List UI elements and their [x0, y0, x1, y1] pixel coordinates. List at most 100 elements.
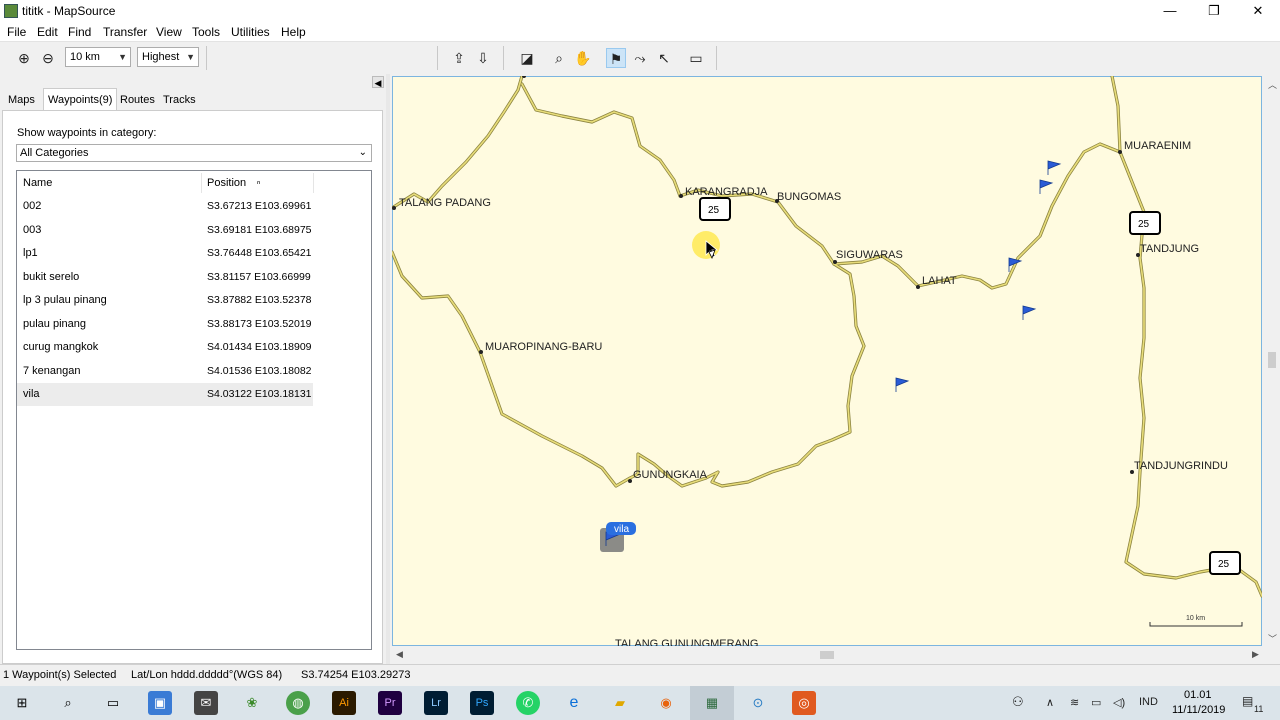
- category-value: All Categories: [20, 147, 89, 159]
- map-label-talang-padang: TALANG PADANG: [399, 197, 491, 209]
- illustrator-icon[interactable]: Ai: [332, 691, 356, 715]
- detail-level-select[interactable]: Highest ▼: [137, 47, 199, 67]
- map-label-karangradja: KARANGRADJA: [685, 186, 768, 198]
- mapsource-app-icon: [4, 4, 18, 18]
- map-horizontal-scrollbar[interactable]: ◀ ▶: [392, 647, 1264, 663]
- category-select[interactable]: All Categories ⌄: [16, 144, 372, 162]
- scroll-up-icon[interactable]: ︿: [1268, 78, 1277, 91]
- toolbar-divider: [206, 46, 207, 70]
- file-explorer-icon[interactable]: ▰: [608, 691, 632, 715]
- map-label-tandjungrindu: TANDJUNGRINDU: [1134, 460, 1228, 472]
- waypoint-name: pulau pinang: [23, 317, 87, 330]
- table-row[interactable]: lp 3 pulau pinang S3.87882 E103.52378: [17, 289, 313, 312]
- photoshop-icon[interactable]: Ps: [470, 691, 494, 715]
- zoom-tool-icon[interactable]: ⌕: [549, 48, 569, 68]
- table-row[interactable]: 003 S3.69181 E103.68975: [17, 219, 313, 242]
- waypoint-position: S4.03122 E103.18131: [207, 388, 312, 400]
- magnifier-app-icon[interactable]: ⊙: [746, 691, 770, 715]
- collapse-panel-icon[interactable]: ◀: [372, 76, 384, 88]
- input-language[interactable]: IND: [1139, 696, 1158, 708]
- selection-tool-icon[interactable]: ↖: [654, 48, 674, 68]
- task-view-icon[interactable]: ▭: [101, 691, 125, 715]
- wifi-icon[interactable]: ≋: [1070, 696, 1079, 709]
- map-canvas[interactable]: TALANG PADANG KARANGRADJA BUNGOMAS MUARA…: [392, 76, 1262, 646]
- maximize-button[interactable]: ❐: [1192, 0, 1236, 22]
- lightroom-icon[interactable]: Lr: [424, 691, 448, 715]
- show-hidden-icons-icon[interactable]: ∧: [1046, 696, 1054, 709]
- toolbar-divider: [503, 46, 504, 70]
- whatsapp-icon[interactable]: ✆: [516, 691, 540, 715]
- table-row[interactable]: curug mangkok S4.01434 E103.18909: [17, 336, 313, 359]
- left-panel: ◀ Maps Waypoints(9) Routes Tracks Show w…: [0, 74, 386, 664]
- status-selection: 1 Waypoint(s) Selected: [3, 669, 117, 681]
- windows-start-icon[interactable]: ⊞: [10, 691, 34, 715]
- tab-routes[interactable]: Routes: [116, 91, 159, 110]
- zoom-in-icon[interactable]: ⊕: [14, 48, 34, 68]
- map-label-tandjung: TANDJUNG: [1140, 243, 1199, 255]
- menu-utilities[interactable]: Utilities: [231, 25, 270, 39]
- minimize-button[interactable]: —: [1148, 0, 1192, 22]
- scroll-down-icon[interactable]: ﹀: [1268, 632, 1277, 645]
- menu-edit[interactable]: Edit: [37, 25, 58, 39]
- clock-date[interactable]: 11/11/2019: [1172, 704, 1225, 716]
- column-header-position[interactable]: Position: [207, 174, 246, 193]
- hand-tool-icon[interactable]: ✋: [573, 48, 593, 68]
- svg-text:25: 25: [708, 205, 720, 216]
- scroll-right-icon[interactable]: ▶: [1252, 649, 1259, 660]
- column-header-name[interactable]: Name: [23, 174, 52, 193]
- column-divider: [313, 173, 314, 193]
- zoom-scale-value: 10 km: [70, 51, 100, 63]
- table-row[interactable]: lp1 S3.76448 E103.65421: [17, 242, 313, 265]
- receive-from-device-icon[interactable]: ⇪: [449, 48, 469, 68]
- firefox-icon[interactable]: ◉: [654, 691, 678, 715]
- scroll-thumb[interactable]: [820, 651, 834, 659]
- toolbar-divider: [716, 46, 717, 70]
- close-button[interactable]: ✕: [1236, 0, 1280, 22]
- zoom-scale-select[interactable]: 10 km ▼: [65, 47, 131, 67]
- tab-tracks[interactable]: Tracks: [159, 91, 200, 110]
- table-row[interactable]: pulau pinang S3.88173 E103.52019: [17, 313, 313, 336]
- menu-transfer[interactable]: Transfer: [103, 25, 147, 39]
- tab-waypoints[interactable]: Waypoints(9): [43, 88, 118, 111]
- scroll-left-icon[interactable]: ◀: [396, 649, 403, 660]
- mapsource-taskbar-icon[interactable]: ▦: [700, 691, 724, 715]
- garmin-app-icon[interactable]: ❀: [240, 691, 264, 715]
- table-row[interactable]: 002 S3.67213 E103.69961: [17, 195, 313, 218]
- distance-tool-icon[interactable]: ▭: [686, 48, 706, 68]
- mail-icon[interactable]: ✉: [194, 691, 218, 715]
- menu-view[interactable]: View: [156, 25, 182, 39]
- send-to-device-icon[interactable]: ⇩: [473, 48, 493, 68]
- map-label-talang-gunungmerang: TALANG GUNUNGMERANG: [615, 638, 758, 646]
- scroll-thumb[interactable]: [1268, 352, 1276, 368]
- globe-app-icon[interactable]: ◍: [286, 691, 310, 715]
- waypoint-tool-icon[interactable]: ⚑: [606, 48, 626, 68]
- menu-tools[interactable]: Tools: [192, 25, 220, 39]
- notification-center-icon[interactable]: ▤: [1242, 694, 1253, 708]
- table-row[interactable]: 7 kenangan S4.01536 E103.18082: [17, 360, 313, 383]
- zoom-out-icon[interactable]: ⊖: [38, 48, 58, 68]
- waypoint-list[interactable]: Name Position ⁿ 002 S3.67213 E103.69961 00…: [16, 170, 372, 650]
- edge-browser-icon[interactable]: e: [562, 691, 586, 715]
- people-icon[interactable]: ⚇: [1012, 694, 1024, 710]
- map-tool-icon[interactable]: ◪: [517, 48, 537, 68]
- menu-file[interactable]: File: [7, 25, 26, 39]
- waypoint-name: lp1: [23, 247, 38, 259]
- menu-find[interactable]: Find: [68, 25, 91, 39]
- table-row[interactable]: bukit serelo S3.81157 E103.66999: [17, 266, 313, 289]
- tab-maps[interactable]: Maps: [4, 91, 39, 110]
- route-tool-icon[interactable]: ⤳: [630, 48, 650, 68]
- store-icon[interactable]: ▣: [148, 691, 172, 715]
- battery-icon[interactable]: ▭: [1091, 696, 1101, 709]
- recorder-app-icon[interactable]: ◎: [792, 691, 816, 715]
- premiere-icon[interactable]: Pr: [378, 691, 402, 715]
- table-row[interactable]: vila S4.03122 E103.18131: [17, 383, 313, 406]
- map-vertical-scrollbar[interactable]: ︿ ﹀: [1264, 76, 1280, 646]
- toolbar-divider: [437, 46, 438, 70]
- clock-time[interactable]: 01.01: [1184, 689, 1212, 701]
- search-icon[interactable]: ⌕: [56, 691, 80, 715]
- volume-icon[interactable]: ◁): [1113, 696, 1125, 709]
- waypoint-position: S3.88173 E103.52019: [207, 317, 312, 330]
- menu-help[interactable]: Help: [281, 25, 306, 39]
- map-label-muaraenim: MUARAENIM: [1124, 140, 1191, 152]
- map-label-muaropinang-baru: MUAROPINANG-BARU: [485, 341, 602, 353]
